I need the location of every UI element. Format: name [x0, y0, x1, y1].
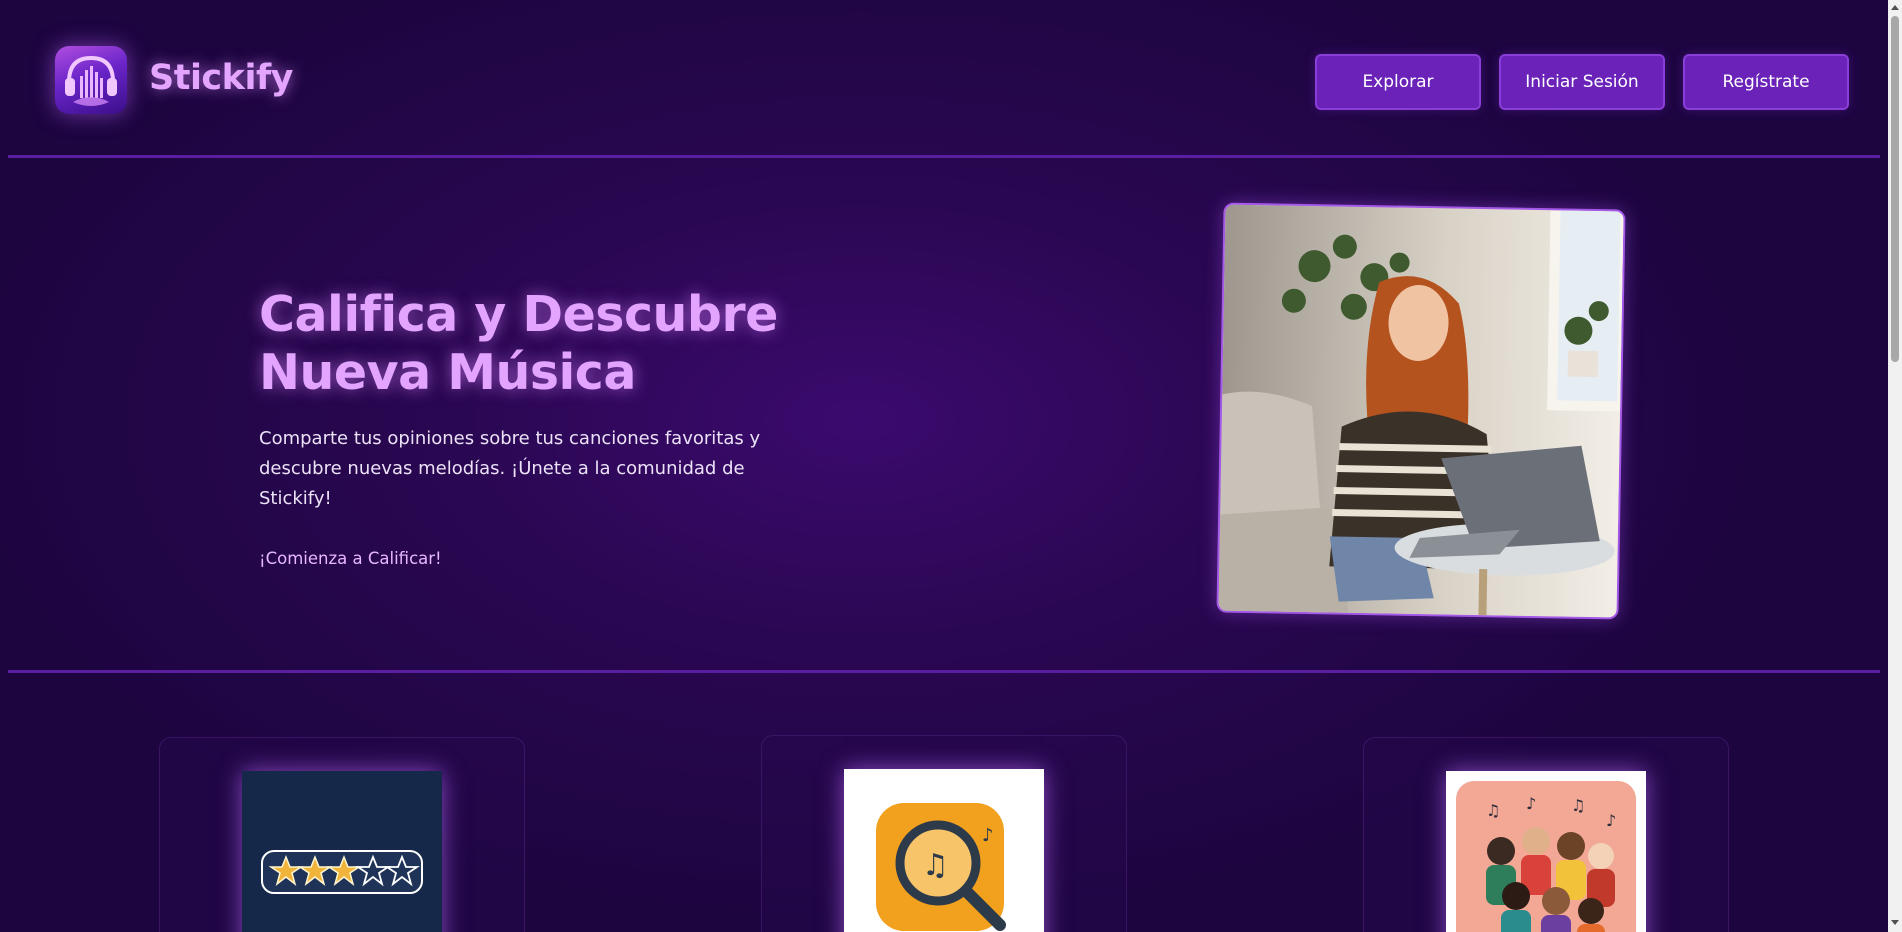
site-header: Stickify Explorar Iniciar Sesión Regístr… — [8, 0, 1880, 158]
brand-name[interactable]: Stickify — [149, 58, 294, 98]
star-rating-icon — [242, 771, 442, 932]
svg-text:♪: ♪ — [1526, 794, 1536, 813]
start-rating-link[interactable]: ¡Comienza a Calificar! — [259, 549, 442, 568]
page: Stickify Explorar Iniciar Sesión Regístr… — [0, 0, 1888, 932]
svg-text:♫: ♫ — [1486, 801, 1500, 820]
logo-icon[interactable] — [55, 46, 127, 114]
explore-button[interactable]: Explorar — [1315, 54, 1481, 110]
svg-text:♪: ♪ — [1606, 811, 1616, 830]
feature-card-discover: ♫ ♪ — [761, 735, 1127, 932]
svg-text:♫: ♫ — [922, 848, 949, 883]
hero-photo — [1216, 202, 1626, 620]
login-button[interactable]: Iniciar Sesión — [1499, 54, 1665, 110]
register-button[interactable]: Regístrate — [1683, 54, 1849, 110]
scroll-up-icon[interactable] — [1891, 5, 1899, 10]
scrollbar[interactable] — [1888, 0, 1902, 932]
feature-card-community: ♫ ♪ ♫ ♪ — [1363, 737, 1729, 932]
svg-text:♫: ♫ — [1571, 796, 1585, 815]
feature-card-rate — [159, 737, 525, 932]
hero-description: Comparte tus opiniones sobre tus cancion… — [259, 428, 761, 509]
hero-title-line-1: Califica y Descubre — [259, 286, 778, 343]
svg-text:♪: ♪ — [982, 825, 994, 846]
hero-title-line-2: Nueva Música — [259, 344, 636, 401]
section-divider — [8, 670, 1880, 673]
scrollbar-thumb[interactable] — [1891, 16, 1899, 362]
music-search-icon: ♫ ♪ — [844, 769, 1044, 932]
hero-title: Califica y Descubre Nueva Música — [259, 286, 879, 402]
scroll-down-icon[interactable] — [1891, 920, 1899, 925]
community-icon: ♫ ♪ ♫ ♪ — [1446, 771, 1646, 932]
